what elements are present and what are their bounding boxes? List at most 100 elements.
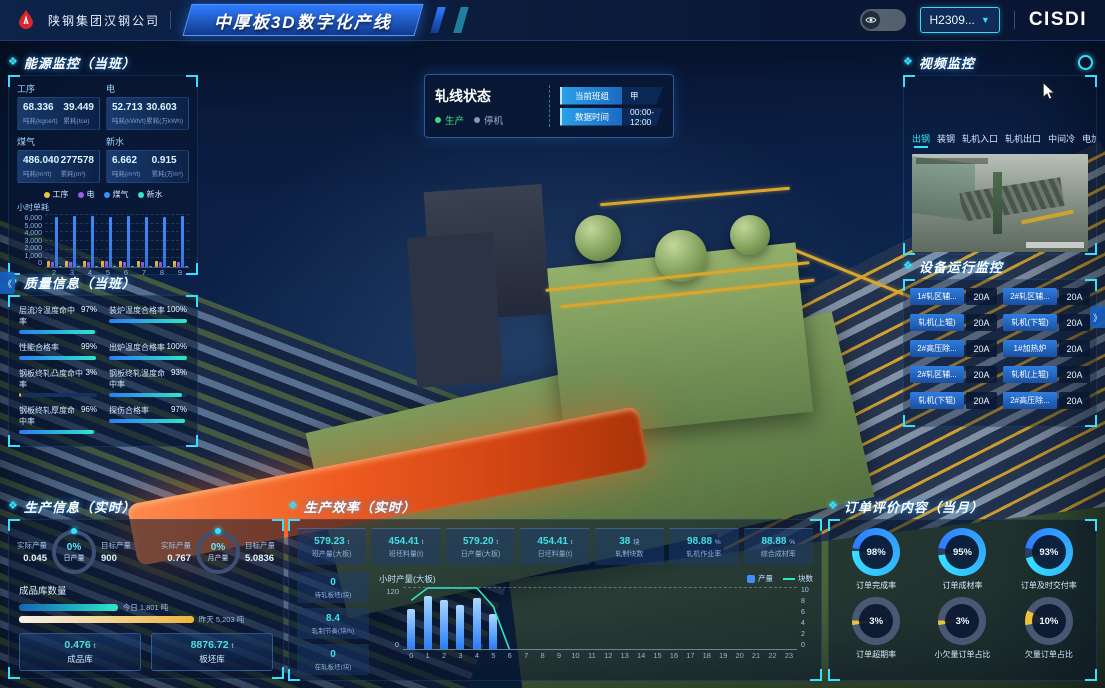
hourly-output-chart: 小时产量(大板) 产量 块数 1200 1086420 [369, 572, 813, 675]
slab-stock-box: 8876.72 t 板坯库 [151, 633, 273, 671]
eye-icon [865, 14, 877, 26]
camera-feed[interactable] [912, 154, 1088, 252]
video-panel-title: 视频监控 [919, 53, 975, 72]
devices-panel: ❖ 设备运行监控 1#轧区辅...20A 2#轧区辅...20A 轧机(上辊)2… [903, 258, 1097, 427]
right-collapse-tab[interactable]: 》 [1090, 306, 1105, 328]
legend-stopped: 停机 [474, 113, 503, 127]
header: 陕钢集团汉钢公司 中厚板3D数字化产线 H2309... ▼ [0, 0, 1105, 41]
legend-item: 煤气 [104, 189, 129, 200]
tab-video-3[interactable]: 轧机出口 [1005, 132, 1041, 148]
energy-panel-frame: 工序 68.336吨耗(kgce/t) 39.449累耗(tce) 电 52.7… [8, 75, 198, 275]
quality-item: 探伤合格率97% [109, 405, 187, 434]
device-row: 轧机(上辊)20A 轧机(下辊)20A [910, 314, 1090, 331]
orders-panel-title: 订单评价内容（当月） [844, 497, 984, 516]
energy-panel-header: ❖ 能源监控（当班） [8, 54, 198, 70]
stat-chip: 579.23 t班产量(大板) [297, 528, 366, 565]
video-panel-header: ❖ 视频监控 [903, 54, 1097, 70]
video-panel-frame: 出钢 装钢 轧机入口 轧机出口 中间冷 电加热 [903, 75, 1097, 255]
quality-panel-header: ❖ 质量信息（当班） [8, 274, 198, 290]
device-value: 20A [1059, 288, 1090, 305]
donut-cell: 3%订单超期率 [833, 597, 919, 660]
month-gauge-group: 实际产量0.767 0% 月产量 目标产量5.0836 [161, 530, 275, 574]
device-value: 20A [966, 340, 997, 357]
side-stat: 8.4轧制节奏(块/h) [297, 608, 369, 639]
energy-chart-plot [45, 215, 189, 268]
production-panel-title: 生产信息（实时） [24, 497, 136, 516]
device-chip[interactable]: 2#高压除... [910, 340, 964, 357]
video-tabs: 出钢 装钢 轧机入口 轧机出口 中间冷 电加热 [904, 76, 1096, 148]
device-chip[interactable]: 轧机(下辊) [1003, 314, 1057, 331]
device-row: 2#轧区辅...20A 轧机(上辊)20A [910, 366, 1090, 383]
energy-value: 39.449 [63, 102, 94, 113]
orders-panel-header: ❖ 订单评价内容（当月） [828, 498, 1097, 514]
line-status-legend: 生产 停机 [435, 113, 539, 127]
quality-item: 层流冷温度命中率97% [19, 305, 97, 334]
energy-group-card: 52.713吨耗(kWh/t) 30.603累耗(万kWh) [106, 97, 189, 130]
header-right: H2309... ▼ CISDI [860, 7, 1105, 33]
month-output-gauge: 0% 月产量 [196, 530, 240, 574]
donut-cell: 98%订单完成率 [833, 528, 919, 591]
video-expand-button[interactable] [1078, 55, 1093, 70]
device-chip[interactable]: 2#高压除... [1003, 392, 1057, 409]
device-chip[interactable]: 2#轧区辅... [1003, 288, 1057, 305]
efficiency-panel: ❖ 生产效率（实时） 579.23 t班产量(大板) 454.41 t班坯料量(… [288, 498, 822, 681]
legend-item: 工序 [44, 189, 69, 200]
efficiency-panel-header: ❖ 生产效率（实时） [288, 498, 822, 514]
title-deco-slash [453, 7, 468, 33]
energy-group-name: 电 [106, 82, 189, 95]
device-chip[interactable]: 轧机(下辊) [910, 392, 964, 409]
energy-group-name: 煤气 [17, 135, 100, 148]
device-rows: 1#轧区辅...20A 2#轧区辅...20A 轧机(上辊)20A 轧机(下辊)… [904, 280, 1096, 417]
day-gauge-group: 实际产量0.045 0% 日产量 目标产量900 [17, 530, 131, 574]
video-panel: ❖ 视频监控 出钢 装钢 轧机入口 轧机出口 中间冷 电加热 [903, 54, 1097, 255]
tab-video-2[interactable]: 轧机入口 [962, 132, 998, 148]
production-panel-frame: 实际产量0.045 0% 日产量 目标产量900 实际产量0.767 0% 月产… [8, 519, 284, 679]
cisdi-logo: CISDI [1029, 9, 1087, 31]
device-select[interactable]: H2309... ▼ [920, 7, 1000, 33]
quality-panel: ❖ 质量信息（当班） 层流冷温度命中率97% 装炉温度合格率100% 性能合格率… [8, 274, 198, 447]
tab-video-1[interactable]: 装钢 [937, 132, 955, 148]
device-chip[interactable]: 2#轧区辅... [910, 366, 964, 383]
energy-unit: 累耗(万m³) [152, 168, 183, 178]
orders-panel: ❖ 订单评价内容（当月） 98%订单完成率 95%订单成材率 93%订单及时交付… [828, 498, 1097, 681]
donut-cell: 10%欠量订单占比 [1006, 597, 1092, 660]
panel-icon: ❖ [828, 501, 838, 512]
output-chart-left-axis: 1200 [379, 587, 403, 649]
badge-value: 00:00-12:00 [622, 108, 663, 126]
energy-chart-yaxis: 6,0005,0004,0003,0002,0001,0000 [17, 215, 45, 267]
device-value: 20A [966, 314, 997, 331]
devices-panel-title: 设备运行监控 [919, 257, 1003, 276]
visibility-toggle[interactable] [860, 9, 906, 31]
quality-item: 装炉温度合格率100% [109, 305, 187, 334]
device-chip[interactable]: 轧机(上辊) [1003, 366, 1057, 383]
feed-timestamp-overlay [916, 158, 988, 164]
energy-unit: 吨耗(m³/t) [112, 168, 141, 178]
device-row: 轧机(下辊)20A 2#高压除...20A [910, 392, 1090, 409]
output-chart-title: 小时产量(大板) [379, 573, 436, 585]
device-row: 1#轧区辅...20A 2#轧区辅...20A [910, 288, 1090, 305]
legend-production: 生产 [435, 113, 464, 127]
tab-video-4[interactable]: 中间冷 [1048, 132, 1075, 148]
efficiency-chips: 579.23 t班产量(大板) 454.41 t班坯料量(t) 579.20 t… [289, 520, 821, 565]
energy-groups: 工序 68.336吨耗(kgce/t) 39.449累耗(tce) 电 52.7… [9, 76, 197, 183]
device-chip[interactable]: 1#加热炉 [1003, 340, 1057, 357]
tab-video-0[interactable]: 出钢 [912, 132, 930, 148]
production-panel: ❖ 生产信息（实时） 实际产量0.045 0% 日产量 目标产量900 实际产量… [8, 498, 284, 679]
line-status-title: 轧线状态 [435, 86, 539, 106]
mouse-cursor [1042, 82, 1057, 100]
company-name: 陕钢集团汉钢公司 [48, 12, 160, 29]
energy-unit: 累耗(m³) [61, 168, 94, 178]
energy-chart-title: 小时单耗 [17, 202, 189, 213]
header-left: 陕钢集团汉钢公司 中厚板3D数字化产线 [0, 4, 465, 36]
energy-unit: 吨耗(kWh/t) [112, 115, 146, 125]
left-collapse-tab[interactable]: 《 [0, 272, 15, 294]
energy-value: 277578 [61, 155, 94, 166]
stat-chip: 454.41 t班坯料量(t) [371, 528, 440, 565]
device-chip[interactable]: 轧机(上辊) [910, 314, 964, 331]
inventory-bar-yesterday: 昨天 5,203 吨 [19, 613, 273, 625]
energy-unit: 累耗(tce) [63, 115, 94, 125]
device-chip[interactable]: 1#轧区辅... [910, 288, 964, 305]
inventory-bar-today: 今日 1,801 吨 [19, 601, 273, 613]
chevron-down-icon: ▼ [981, 15, 990, 25]
tab-video-5[interactable]: 电加热 [1082, 132, 1096, 148]
